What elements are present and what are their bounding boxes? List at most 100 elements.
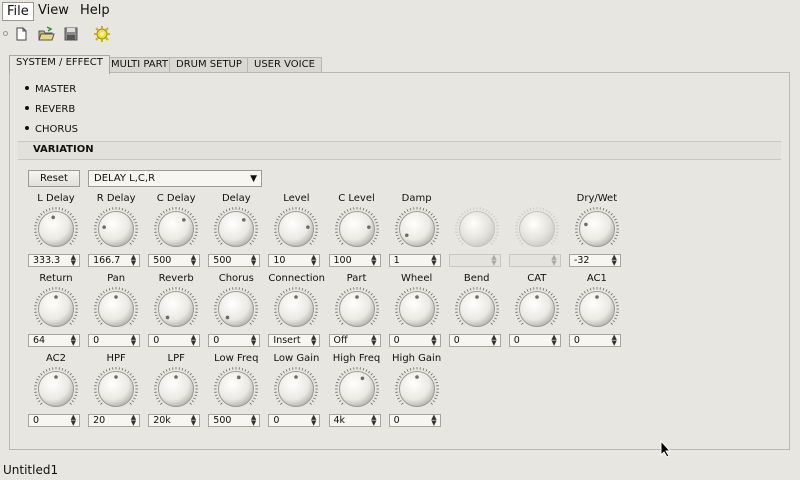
value-spinbox-wheel[interactable]: 0 ▲ ▼	[388, 334, 441, 347]
spin-arrows-icon[interactable]: ▲ ▼	[191, 414, 196, 427]
knob-dial-low-gain[interactable]	[273, 366, 319, 412]
spin-arrows-icon[interactable]: ▲ ▼	[431, 414, 436, 427]
value-spinbox-ac1[interactable]: 0 ▲ ▼	[568, 334, 621, 347]
new-file-icon[interactable]	[12, 25, 30, 43]
knob-dial-ac1[interactable]	[574, 286, 620, 332]
section-master[interactable]: MASTER	[25, 84, 76, 95]
knob-dial-part[interactable]	[334, 286, 380, 332]
spin-arrows-icon[interactable]: ▲ ▼	[251, 334, 256, 347]
tab-multi-part[interactable]: MULTI PART	[104, 57, 175, 73]
tab-system-effect[interactable]: SYSTEM / EFFECT	[9, 55, 110, 74]
value-spinbox-connection[interactable]: Insert ▲ ▼	[268, 334, 321, 347]
knob-dial-ac2[interactable]	[33, 366, 79, 412]
spin-arrows-icon[interactable]: ▲ ▼	[612, 334, 617, 347]
spin-arrows-icon[interactable]: ▲ ▼	[251, 254, 256, 267]
knob-dial-low-freq[interactable]	[213, 366, 259, 412]
knob-dial-hpf[interactable]	[93, 366, 139, 412]
knob-dial-level[interactable]	[273, 206, 319, 252]
value-spinbox-l-delay[interactable]: 333.3 ▲ ▼	[28, 254, 80, 267]
knob-dial-cat[interactable]	[514, 286, 560, 332]
value-spinbox-lpf[interactable]: 20k ▲ ▼	[148, 414, 201, 427]
value-spinbox-high-freq[interactable]: 4k ▲ ▼	[328, 414, 381, 427]
spin-arrows-icon[interactable]: ▲ ▼	[71, 334, 76, 347]
spin-arrows-icon[interactable]: ▲ ▼	[491, 334, 496, 347]
value-spinbox-low-freq[interactable]: 500 ▲ ▼	[208, 414, 261, 427]
spin-arrows-icon[interactable]: ▲ ▼	[191, 254, 196, 267]
knob-dial-r-delay[interactable]	[93, 206, 139, 252]
toolbar-grip-icon[interactable]	[3, 31, 8, 36]
knob-dial-pan[interactable]	[93, 286, 139, 332]
knob-dial-wheel[interactable]	[394, 286, 440, 332]
spin-arrows-icon[interactable]: ▲ ▼	[71, 254, 76, 267]
value-spinbox-dry-wet[interactable]: -32 ▲ ▼	[568, 254, 621, 267]
save-icon[interactable]	[62, 25, 80, 43]
knob-dial-return[interactable]	[33, 286, 79, 332]
value-spinbox-level[interactable]: 10 ▲ ▼	[268, 254, 321, 267]
knob-label: AC1	[586, 273, 607, 284]
knob-control-chorus: Chorus 0 ▲ ▼	[208, 273, 264, 349]
mouse-cursor-icon	[660, 439, 672, 461]
knob-control-c-delay: C Delay 500 ▲ ▼	[148, 193, 204, 269]
spin-arrows-icon[interactable]: ▲ ▼	[431, 254, 436, 267]
value-spinbox-chorus[interactable]: 0 ▲ ▼	[208, 334, 261, 347]
section-chorus[interactable]: CHORUS	[25, 124, 78, 135]
tab-drum-setup[interactable]: DRUM SETUP	[169, 57, 249, 73]
knob-dial-c-delay[interactable]	[153, 206, 199, 252]
spin-arrows-icon[interactable]: ▲ ▼	[371, 254, 376, 267]
spin-arrows-icon[interactable]: ▲ ▼	[311, 254, 316, 267]
knob-dial-dry-wet[interactable]	[574, 206, 620, 252]
knob-label: CAT	[527, 273, 547, 284]
spin-arrows-icon[interactable]: ▲ ▼	[131, 414, 136, 427]
spin-arrows-icon[interactable]: ▲ ▼	[131, 254, 136, 267]
spin-arrows-icon[interactable]: ▲ ▼	[71, 414, 76, 427]
value-spinbox-pan[interactable]: 0 ▲ ▼	[88, 334, 141, 347]
spin-arrows-icon[interactable]: ▲ ▼	[371, 334, 376, 347]
value-spinbox-low-gain[interactable]: 0 ▲ ▼	[268, 414, 321, 427]
value-spinbox-c-level[interactable]: 100 ▲ ▼	[328, 254, 381, 267]
value-spinbox-ac2[interactable]: 0 ▲ ▼	[28, 414, 80, 427]
value-spinbox-reverb[interactable]: 0 ▲ ▼	[148, 334, 201, 347]
spin-arrows-icon[interactable]: ▲ ▼	[612, 254, 617, 267]
knob-dial-chorus[interactable]	[213, 286, 259, 332]
menu-file[interactable]: File	[2, 2, 34, 21]
knob-dial-c-level[interactable]	[334, 206, 380, 252]
variation-header[interactable]: VARIATION	[18, 141, 781, 160]
menu-view[interactable]: View	[34, 2, 73, 19]
value-spinbox-return[interactable]: 64 ▲ ▼	[28, 334, 80, 347]
value-spinbox-c-delay[interactable]: 500 ▲ ▼	[148, 254, 201, 267]
value-spinbox-delay[interactable]: 500 ▲ ▼	[208, 254, 261, 267]
knob-dial-l-delay[interactable]	[33, 206, 79, 252]
spin-arrows-icon[interactable]: ▲ ▼	[191, 334, 196, 347]
knob-dial-reverb[interactable]	[153, 286, 199, 332]
spin-arrows-icon[interactable]: ▲ ▼	[371, 414, 376, 427]
knob-dial-damp[interactable]	[394, 206, 440, 252]
spin-arrows-icon[interactable]: ▲ ▼	[551, 334, 556, 347]
knob-dial-delay[interactable]	[213, 206, 259, 252]
spin-arrows-icon: ▲ ▼	[491, 253, 497, 267]
reset-button[interactable]: Reset	[28, 170, 80, 187]
value-spinbox-bend[interactable]: 0 ▲ ▼	[448, 334, 501, 347]
spin-arrows-icon[interactable]: ▲ ▼	[311, 414, 316, 427]
spin-arrows-icon[interactable]: ▲ ▼	[311, 334, 316, 347]
value-spinbox-hpf[interactable]: 20 ▲ ▼	[88, 414, 141, 427]
knob-dial-high-freq[interactable]	[334, 366, 380, 412]
open-folder-icon[interactable]	[37, 25, 55, 43]
knob-dial-high-gain[interactable]	[394, 366, 440, 412]
knob-dial-lpf[interactable]	[153, 366, 199, 412]
tab-user-voice[interactable]: USER VOICE	[247, 57, 322, 73]
spin-arrows-icon[interactable]: ▲ ▼	[131, 334, 136, 347]
knob-dial-connection[interactable]	[273, 286, 319, 332]
variation-type-select[interactable]: DELAY L,C,R ▼	[88, 170, 262, 187]
value-spinbox-damp[interactable]: 1 ▲ ▼	[388, 254, 441, 267]
menu-help[interactable]: Help	[76, 2, 114, 19]
spin-arrows-icon[interactable]: ▲ ▼	[251, 414, 256, 427]
value-spinbox-part[interactable]: Off ▲ ▼	[328, 334, 381, 347]
section-reverb[interactable]: REVERB	[25, 104, 75, 115]
value-spinbox-high-gain[interactable]: 0 ▲ ▼	[388, 414, 441, 427]
settings-gear-icon[interactable]	[93, 25, 111, 43]
bullet-icon	[25, 106, 29, 110]
spin-arrows-icon[interactable]: ▲ ▼	[431, 334, 436, 347]
value-spinbox-cat[interactable]: 0 ▲ ▼	[508, 334, 561, 347]
knob-dial-bend[interactable]	[454, 286, 500, 332]
value-spinbox-r-delay[interactable]: 166.7 ▲ ▼	[88, 254, 141, 267]
